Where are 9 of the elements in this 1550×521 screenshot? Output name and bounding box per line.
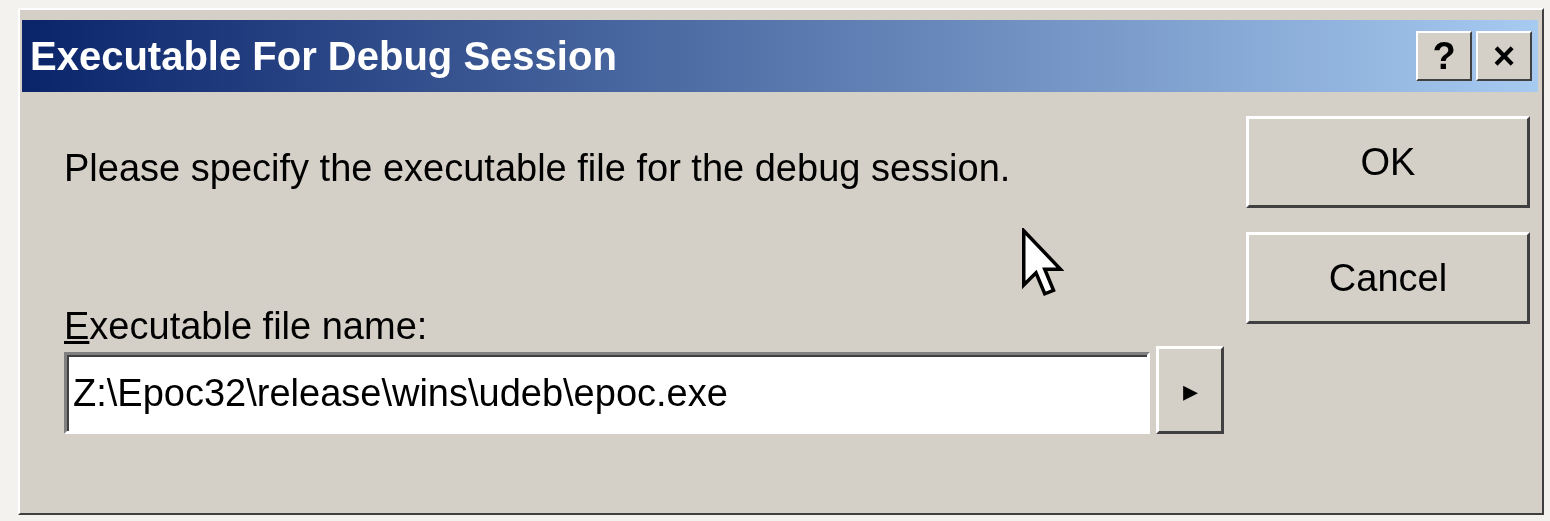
ok-button[interactable]: OK xyxy=(1246,116,1530,208)
close-button[interactable]: × xyxy=(1476,31,1532,81)
window-title: Executable For Debug Session xyxy=(30,33,617,79)
help-button[interactable]: ? xyxy=(1416,31,1472,81)
prompt-text: Please specify the executable file for the debug session. xyxy=(64,146,1012,191)
cancel-button[interactable]: Cancel xyxy=(1246,232,1530,324)
file-name-field[interactable]: Z:\Epoc32\release\wins\udeb\epoc.exe xyxy=(64,352,1150,434)
browse-button[interactable]: ▸ xyxy=(1156,346,1224,434)
field-label: Executable file name: xyxy=(64,304,429,348)
